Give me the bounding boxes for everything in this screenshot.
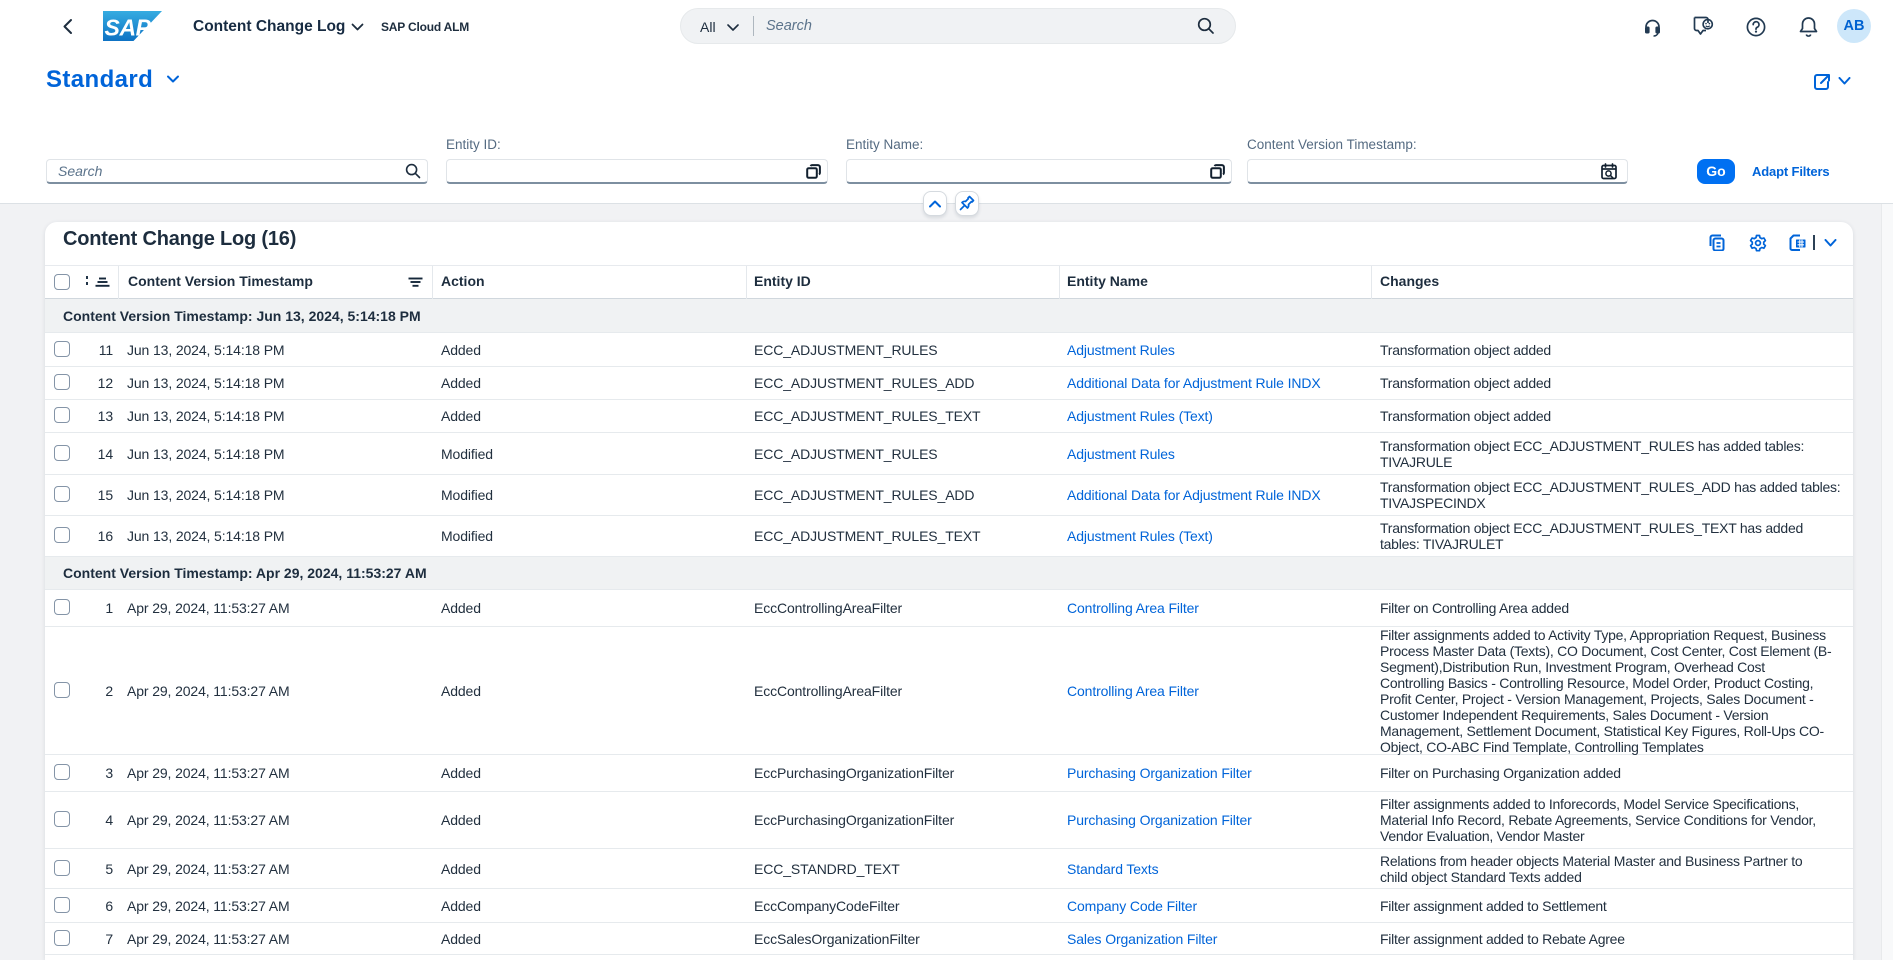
svg-text:SAP: SAP: [105, 15, 152, 41]
